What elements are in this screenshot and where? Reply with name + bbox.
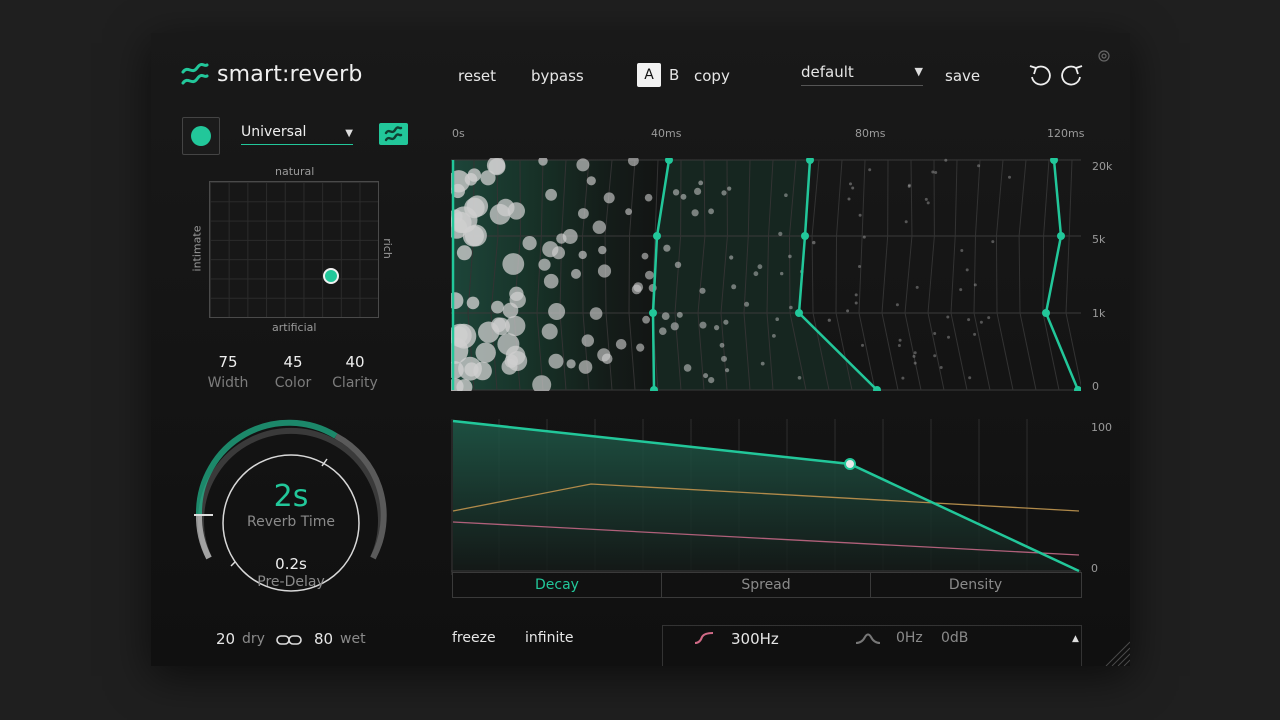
width-value[interactable]: 75 <box>198 353 258 371</box>
clarity-value[interactable]: 40 <box>325 353 385 371</box>
preset-dropdown[interactable]: default ▼ <box>801 63 923 86</box>
settings-gear-icon[interactable] <box>1097 49 1111 63</box>
xy-label-top: natural <box>275 165 315 178</box>
low-cut-filter-icon[interactable] <box>693 631 715 645</box>
reverb-time-label: Reverb Time <box>247 514 335 530</box>
reverb-time-value: 2s <box>273 479 309 514</box>
xy-pad-handle[interactable] <box>323 268 339 284</box>
profile-status-dot <box>191 126 211 146</box>
color-value[interactable]: 45 <box>263 353 323 371</box>
profile-dropdown[interactable]: Universal ▼ <box>241 122 353 145</box>
wet-label: wet <box>340 631 366 647</box>
low-cut-frequency[interactable]: 300Hz <box>731 630 779 648</box>
xy-label-left: intimate <box>190 225 204 272</box>
tab-density[interactable]: Density <box>871 573 1080 597</box>
clarity-label: Clarity <box>332 375 378 391</box>
envelope-tab-bar: Decay Spread Density <box>452 572 1082 598</box>
reset-button[interactable]: reset <box>458 67 496 85</box>
xy-label-bottom: artificial <box>272 321 317 334</box>
freq-label-0: 0 <box>1092 380 1099 393</box>
decay-envelope-graph[interactable] <box>451 419 1081 575</box>
xy-label-right: rich <box>380 238 394 259</box>
dry-label: dry <box>242 631 265 647</box>
infinite-button[interactable]: infinite <box>525 630 573 646</box>
width-label: Width <box>207 375 249 391</box>
predelay-value[interactable]: 0.2s <box>251 555 331 573</box>
resize-grip-icon[interactable] <box>1104 639 1130 666</box>
time-label-0: 0s <box>452 127 465 140</box>
undo-icon[interactable] <box>1027 61 1055 89</box>
app-title: smart:reverb <box>217 62 363 87</box>
decay-envelope-handle[interactable] <box>844 458 856 470</box>
ab-b-button[interactable]: B <box>669 66 679 84</box>
color-label: Color <box>274 375 312 391</box>
chevron-down-icon: ▼ <box>345 128 353 139</box>
freq-label-1k: 1k <box>1092 307 1106 320</box>
band-gain[interactable]: 0dB <box>941 630 968 646</box>
copy-button[interactable]: copy <box>694 67 730 85</box>
freeze-button[interactable]: freeze <box>452 630 496 646</box>
freq-label-5k: 5k <box>1092 233 1106 246</box>
time-label-40: 40ms <box>651 127 682 140</box>
plugin-window: smart:reverb reset bypass A B copy defau… <box>151 33 1130 666</box>
predelay-label: Pre-Delay <box>257 574 325 590</box>
logo-icon <box>384 126 403 142</box>
reverb-spectrogram-graph[interactable] <box>451 158 1081 391</box>
preset-value: default <box>801 63 854 81</box>
profile-toggle-button[interactable] <box>182 117 220 155</box>
character-xy-pad[interactable] <box>209 181 379 318</box>
band-frequency[interactable]: 0Hz <box>896 630 923 646</box>
link-icon[interactable] <box>276 633 302 647</box>
tab-spread[interactable]: Spread <box>662 573 871 597</box>
redo-icon[interactable] <box>1057 61 1085 89</box>
wet-value[interactable]: 80 <box>314 630 333 648</box>
tab-decay[interactable]: Decay <box>453 573 662 597</box>
level-label-100: 100 <box>1091 421 1112 434</box>
eq-expand-icon[interactable]: ▲ <box>1072 634 1079 644</box>
save-button[interactable]: save <box>945 67 980 85</box>
decay-envelope-fill <box>453 421 1079 571</box>
dry-value[interactable]: 20 <box>216 630 235 648</box>
level-label-0: 0 <box>1091 562 1098 575</box>
chevron-down-icon: ▼ <box>914 65 923 78</box>
time-label-80: 80ms <box>855 127 886 140</box>
bell-filter-icon[interactable] <box>855 632 881 644</box>
profile-learn-button[interactable] <box>379 123 408 145</box>
time-label-120: 120ms <box>1047 127 1085 140</box>
logo-icon <box>181 63 209 85</box>
bypass-button[interactable]: bypass <box>531 67 584 85</box>
freq-label-20k: 20k <box>1092 160 1113 173</box>
spectral-decay-line-3 <box>1044 159 1080 391</box>
profile-value: Universal <box>241 124 307 140</box>
ab-a-button[interactable]: A <box>637 63 661 87</box>
